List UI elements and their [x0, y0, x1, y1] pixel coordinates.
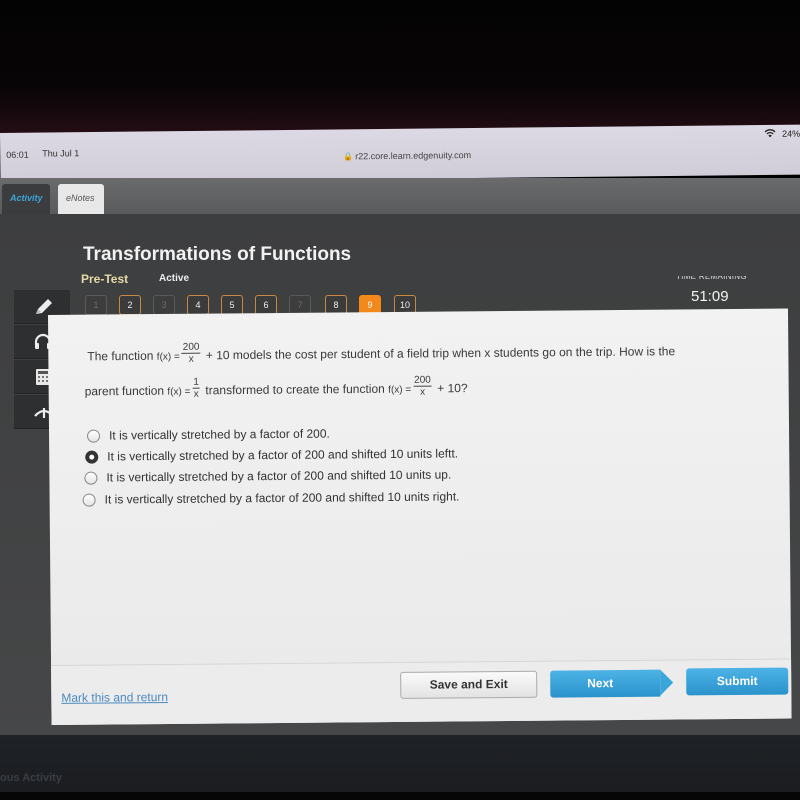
- question-text: transformed to create the function: [205, 381, 385, 398]
- page-title: Transformations of Functions: [83, 244, 352, 265]
- fraction-denominator: x: [420, 386, 426, 398]
- choice-label: It is vertically stretched by a factor o…: [107, 446, 459, 464]
- fraction-denominator: x: [193, 388, 199, 400]
- fraction-denominator: x: [188, 353, 194, 365]
- question-4-button[interactable]: 4: [187, 295, 209, 315]
- status-date: Thu Jul 1: [42, 148, 80, 159]
- battery-level: 24%: [781, 128, 800, 139]
- fraction-200-over-x: 200 x: [413, 374, 432, 398]
- previous-activity-link[interactable]: ous Activity: [0, 772, 62, 784]
- question-text: parent function: [84, 383, 165, 399]
- fraction-numerator: 200: [181, 341, 201, 354]
- wifi-icon: [764, 129, 776, 141]
- radio-button[interactable]: [87, 429, 101, 443]
- url-bar[interactable]: 🔒 r22.core.learn.edgenuity.com: [343, 150, 471, 161]
- fraction-1-over-x: 1x: [192, 376, 201, 400]
- function-notation: f(x) =: [156, 351, 180, 363]
- fraction-200-over-x: 200 x: [181, 341, 201, 365]
- url-text: r22.core.learn.edgenuity.com: [355, 150, 472, 162]
- device-bezel: [0, 0, 800, 140]
- question-footer: Mark this and return Save and Exit Next …: [51, 658, 792, 725]
- time-remaining-label: TIME REMAINING: [676, 276, 747, 281]
- choice-label: It is vertically stretched by a factor o…: [104, 489, 460, 507]
- tab-strip: Activity eNotes: [0, 178, 800, 218]
- mark-and-return-link[interactable]: Mark this and return: [61, 690, 168, 705]
- function-notation: f(x) =: [388, 384, 412, 396]
- save-and-exit-button[interactable]: Save and Exit: [400, 670, 538, 699]
- bottom-nav-bar: ous Activity: [0, 735, 800, 800]
- question-3-button[interactable]: 3: [153, 295, 175, 315]
- radio-button-selected[interactable]: [85, 450, 99, 464]
- tab-enotes[interactable]: eNotes: [58, 184, 104, 214]
- status-time: 06:01: [6, 149, 29, 160]
- activity-state: Active: [159, 273, 190, 284]
- radio-button[interactable]: [84, 471, 98, 485]
- browser-status-bar: 06:01 Thu Jul 1 🔒 r22.core.learn.edgenuit…: [0, 124, 800, 183]
- question-5-button[interactable]: 5: [221, 295, 243, 315]
- next-button[interactable]: Next: [550, 669, 661, 698]
- question-2-button[interactable]: 2: [119, 295, 141, 315]
- time-remaining-value: 51:09: [691, 288, 729, 305]
- fraction-numerator: 1: [192, 376, 201, 389]
- fraction-numerator: 200: [413, 374, 432, 387]
- question-1-button[interactable]: 1: [85, 295, 107, 315]
- question-text: + 10?: [437, 381, 468, 396]
- question-panel: The function f(x) = 200 x + 10 models the …: [48, 308, 792, 725]
- tab-activity[interactable]: Activity: [2, 184, 50, 214]
- lock-icon: 🔒: [343, 152, 354, 162]
- question-6-button[interactable]: 6: [255, 295, 277, 315]
- device-bezel-bottom: [0, 792, 800, 800]
- question-text: + 10 models the cost per student of a fi…: [205, 344, 676, 363]
- function-notation: f(x) =: [167, 386, 191, 398]
- radio-button[interactable]: [82, 493, 96, 507]
- submit-button[interactable]: Submit: [686, 667, 789, 696]
- activity-type: Pre-Test: [81, 272, 129, 286]
- question-text: The function: [87, 348, 154, 364]
- choice-label: It is vertically stretched by a factor o…: [108, 426, 330, 443]
- question-text-line-2: parent function f(x) = 1 x transformed to …: [84, 374, 468, 403]
- choice-label: It is vertically stretched by a factor o…: [106, 467, 452, 485]
- edgenuity-app: Activity eNotes Transformations of Funct…: [0, 178, 800, 738]
- question-text-line-1: The function f(x) = 200 x + 10 models the …: [87, 341, 675, 369]
